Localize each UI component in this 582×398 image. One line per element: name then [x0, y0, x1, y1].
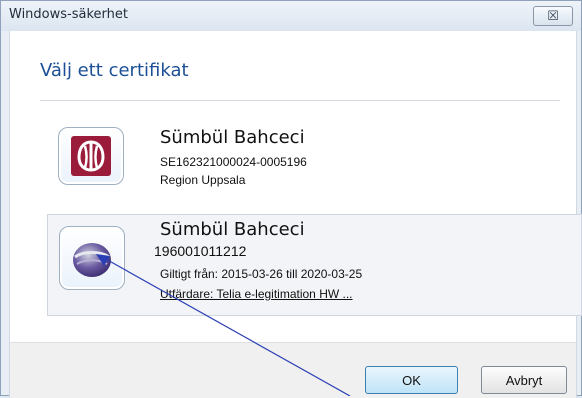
region-uppsala-logo-icon — [58, 127, 124, 185]
heading-separator — [40, 100, 560, 101]
dialog-heading: Välj ett certifikat — [40, 60, 189, 81]
certificate-item-region-uppsala[interactable]: Sümbül Bahceci SE162321000024-0005196 Re… — [48, 119, 582, 221]
cancel-button[interactable]: Avbryt — [481, 366, 567, 394]
window-title: Windows-säkerhet — [9, 7, 128, 22]
title-bar: Windows-säkerhet ☒ — [1, 1, 581, 31]
certificate-item-telia[interactable]: Sümbül Bahceci 196001011212 Giltigt från… — [47, 214, 582, 316]
dialog-content: Välj ett certifikat Sümbül Bahceci SE162… — [9, 31, 582, 342]
ok-button[interactable]: OK — [365, 366, 458, 394]
certificate-issuer-link[interactable]: Utfärdare: Telia e-legitimation HW ... — [160, 287, 353, 301]
dialog-footer: OK Avbryt — [9, 342, 577, 398]
certificate-id: SE162321000024-0005196 — [160, 155, 307, 169]
certificate-validity: Giltigt från: 2015-03-26 till 2020-03-25 — [160, 267, 363, 281]
certificate-id: 196001011212 — [154, 243, 247, 259]
certificate-organization: Region Uppsala — [160, 173, 246, 187]
certificate-holder-name: Sümbül Bahceci — [160, 219, 305, 240]
windows-security-dialog: Windows-säkerhet ☒ Välj ett certifikat S… — [0, 0, 582, 398]
telia-logo-icon — [59, 226, 125, 290]
close-icon: ☒ — [547, 8, 559, 24]
certificate-holder-name: Sümbül Bahceci — [160, 127, 305, 148]
close-button[interactable]: ☒ — [533, 6, 573, 26]
